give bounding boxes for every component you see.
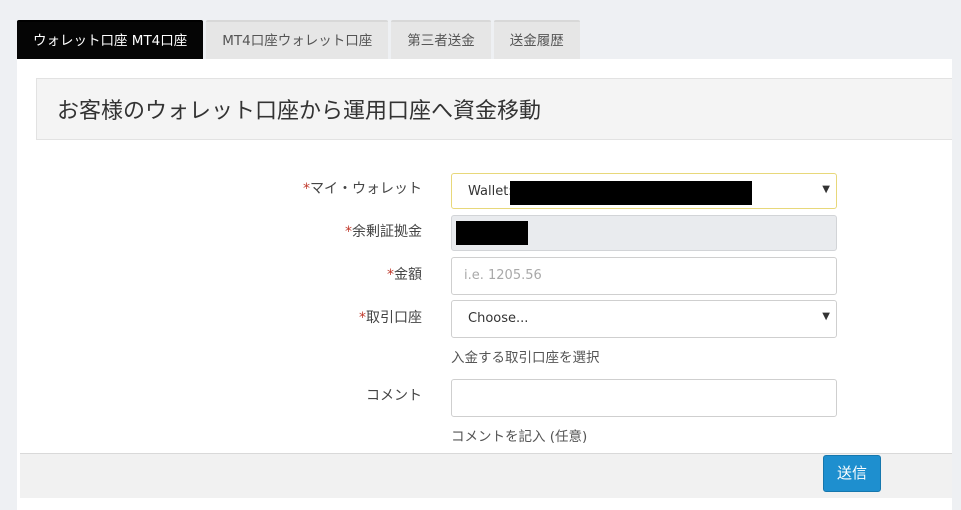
tab-bar: ウォレット口座 MT4口座 MT4口座ウォレット口座 第三者送金 送金履歴: [17, 20, 583, 59]
trading-account-select[interactable]: Choose... ▼: [451, 300, 837, 338]
trading-account-help: 入金する取引口座を選択: [451, 350, 600, 366]
required-mark: *: [345, 224, 352, 240]
redacted-wallet-id: [510, 181, 752, 205]
account-label-row: *取引口座: [222, 307, 422, 327]
balance-label: 余剰証拠金: [352, 224, 422, 240]
transfer-panel: お客様のウォレット口座から運用口座へ資金移動 *マイ・ウォレット Wallet:…: [17, 59, 961, 510]
tab-third-party-transfer[interactable]: 第三者送金: [391, 20, 491, 59]
wallet-label: マイ・ウォレット: [310, 181, 422, 197]
panel-heading: お客様のウォレット口座から運用口座へ資金移動: [36, 78, 961, 140]
required-mark: *: [387, 267, 394, 283]
wallet-select-value: Wallet:: [468, 184, 513, 199]
tab-wallet-to-mt4[interactable]: ウォレット口座 MT4口座: [17, 20, 204, 59]
page-title: お客様のウォレット口座から運用口座へ資金移動: [57, 99, 542, 124]
tab-mt4-to-wallet[interactable]: MT4口座ウォレット口座: [206, 20, 389, 59]
amount-placeholder: i.e. 1205.56: [464, 268, 542, 283]
redacted-balance: [456, 221, 528, 245]
required-mark: *: [303, 181, 310, 197]
comment-label: コメント: [366, 388, 422, 404]
comment-help: コメントを記入 (任意): [451, 429, 588, 445]
account-label: 取引口座: [366, 310, 422, 326]
balance-field: [451, 215, 837, 251]
chevron-down-icon: ▼: [822, 311, 830, 322]
required-mark: *: [359, 310, 366, 326]
tab-transfer-history[interactable]: 送金履歴: [493, 20, 580, 59]
amount-label: 金額: [394, 267, 422, 283]
comment-input[interactable]: [451, 379, 837, 417]
chevron-down-icon: ▼: [822, 184, 830, 195]
amount-input[interactable]: i.e. 1205.56: [451, 257, 837, 295]
submit-button[interactable]: 送信: [823, 455, 881, 492]
amount-label-row: *金額: [222, 264, 422, 284]
wallet-label-row: *マイ・ウォレット: [222, 178, 422, 198]
right-margin: [952, 59, 961, 510]
form-footer: [20, 453, 961, 498]
balance-label-row: *余剰証拠金: [222, 221, 422, 241]
wallet-select[interactable]: Wallet: ▼: [451, 173, 837, 209]
trading-account-value: Choose...: [468, 311, 529, 326]
